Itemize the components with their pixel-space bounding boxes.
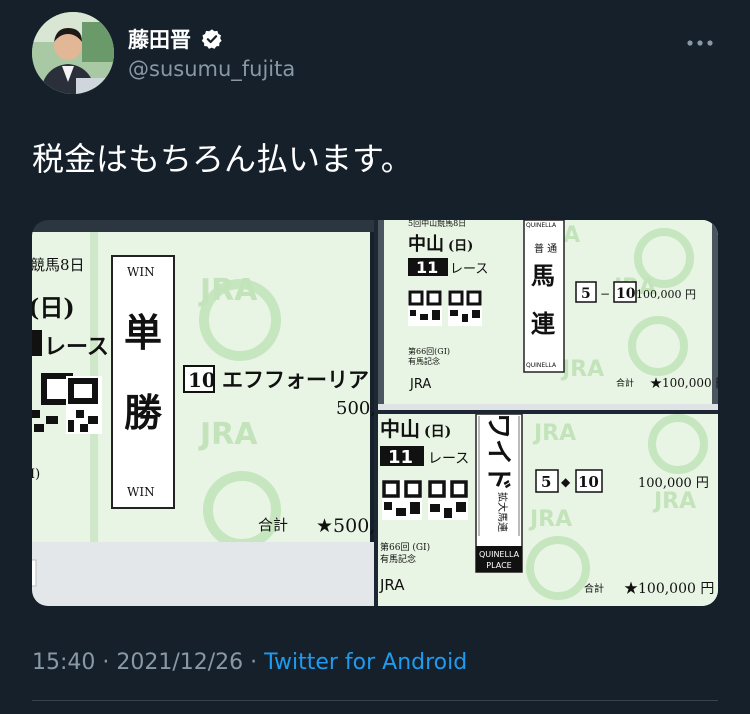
tweet-timestamp-row: 15:40 · 2021/12/26 · Twitter for Android xyxy=(32,650,467,675)
svg-text:I): I) xyxy=(32,467,40,482)
ticket2-bet-jp-2: 連 xyxy=(531,309,556,338)
ticket3-bet-en-2: PLACE xyxy=(486,561,511,570)
wide-ticket-graphic: JRA JRA JRA 中山 (日) 11 レース 第66回 (GI) 有馬記念… xyxy=(378,414,718,606)
ticket2-combo-a: 5 xyxy=(581,286,591,302)
ticket3-combo-sep: ◆ xyxy=(561,475,571,489)
ticket2-amount: 100,000 円 xyxy=(636,288,696,301)
verified-badge-icon xyxy=(201,29,222,49)
ticket3-watermark: JRA xyxy=(532,421,576,446)
win-ticket-graphic: JRA JRA 競馬8日 (日) レース I) WIN 単 勝 WIN 10 エ… xyxy=(32,220,374,606)
ticket1-bet-en-bottom: WIN xyxy=(127,485,155,499)
ticket2-bet-en-bottom: QUINELLA xyxy=(526,362,557,369)
ticket1-watermark-2: JRA xyxy=(198,417,258,452)
ticket3-bet-en-1: QUINELLA xyxy=(479,550,520,559)
ticket3-race-num: 11 xyxy=(388,447,413,468)
ticket2-combo-b: 10 xyxy=(616,286,636,302)
quinella-ticket-graphic: JRA JRA JRA 5回中山競馬8日 中山 (日) 11 レース 第66 xyxy=(378,220,718,410)
ticket1-bet-jp-2: 勝 xyxy=(124,390,163,435)
ticket3-day: (日) xyxy=(424,424,451,440)
ticket3-race-suffix: レース xyxy=(428,451,469,467)
ticket2-day: (日) xyxy=(448,239,473,254)
ticket1-horse-num: 10 xyxy=(188,368,216,392)
more-options-icon[interactable] xyxy=(686,28,714,53)
ticket3-total: ★100,000 円 xyxy=(624,581,714,597)
tweet-media-grid: JRA JRA 競馬8日 (日) レース I) WIN 単 勝 WIN 10 エ… xyxy=(32,220,718,606)
ticket3-total-label: 合計 xyxy=(584,582,604,595)
ticket2-race-edition: 第66回(GI) xyxy=(408,346,450,356)
ticket2-bet-jp-1: 馬 xyxy=(531,261,555,290)
ticket2-watermark-3: JRA xyxy=(560,357,604,382)
ticket1-total-label: 合計 xyxy=(258,516,288,534)
ticket3-bet-sub: 拡大馬連 xyxy=(496,492,509,532)
ticket2-race-title: 有馬記念 xyxy=(408,356,440,366)
ticket1-total: ★500, xyxy=(316,515,374,537)
ticket3-race-title: 有馬記念 xyxy=(380,553,416,565)
media-image-wide-ticket[interactable]: JRA JRA JRA 中山 (日) 11 レース 第66回 (GI) 有馬記念… xyxy=(378,414,718,606)
ticket1-amount: 500, xyxy=(336,398,374,419)
ticket3-venue: 中山 xyxy=(380,417,420,441)
ticket2-brand: JRA xyxy=(409,377,431,392)
ticket1-bet-en-top: WIN xyxy=(127,265,155,279)
ticket1-day: (日) xyxy=(32,293,75,322)
ticket2-venue: 中山 xyxy=(408,233,444,255)
ticket1-watermark: JRA xyxy=(198,273,258,308)
author-name-row: 藤田晋 xyxy=(128,24,223,54)
tweet-text: 税金はもちろん払います。 xyxy=(32,140,413,178)
media-image-quinella-ticket[interactable]: JRA JRA JRA 5回中山競馬8日 中山 (日) 11 レース 第66 xyxy=(378,220,718,410)
ticket3-watermark-3: JRA xyxy=(528,507,572,532)
ticket1-bet-jp-1: 単 xyxy=(124,310,162,355)
ticket2-bet-en-top: QUINELLA xyxy=(526,222,557,229)
ticket1-horse-name: エフフォーリア xyxy=(222,368,369,392)
ticket1-race-suffix: レース xyxy=(44,334,109,360)
tweet-source-link[interactable]: Twitter for Android xyxy=(264,650,467,675)
ticket3-watermark-2: JRA xyxy=(652,489,696,514)
ticket2-header: 5回中山競馬8日 xyxy=(408,220,466,228)
ticket1-header: 競馬8日 xyxy=(32,256,85,274)
ticket3-combo-a: 5 xyxy=(541,473,551,491)
author-display-name[interactable]: 藤田晋 xyxy=(128,24,191,54)
ticket3-combo-b: 10 xyxy=(578,473,599,491)
ticket2-total-label: 合計 xyxy=(616,377,634,389)
ticket3-brand: JRA xyxy=(379,576,405,594)
ticket2-race-num: 11 xyxy=(416,258,438,277)
ticket3-bet-jp: ワイド xyxy=(483,414,513,491)
author-handle[interactable]: @susumu_fujita xyxy=(128,57,295,81)
avatar-photo xyxy=(32,12,114,94)
ticket3-race-edition: 第66回 (GI) xyxy=(380,541,430,553)
divider xyxy=(32,700,718,701)
ticket2-race-suffix: レース xyxy=(450,262,488,277)
ticket2-combo-sep: − xyxy=(600,287,610,301)
media-image-win-ticket[interactable]: JRA JRA 競馬8日 (日) レース I) WIN 単 勝 WIN 10 エ… xyxy=(32,220,374,606)
tweet-timestamp[interactable]: 15:40 · 2021/12/26 · xyxy=(32,650,264,675)
ticket3-amount: 100,000 円 xyxy=(638,476,709,491)
ticket2-bet-sub: 普 通 xyxy=(534,242,557,255)
ticket2-total: ★100,000 円 xyxy=(650,376,718,390)
avatar[interactable] xyxy=(32,12,114,94)
